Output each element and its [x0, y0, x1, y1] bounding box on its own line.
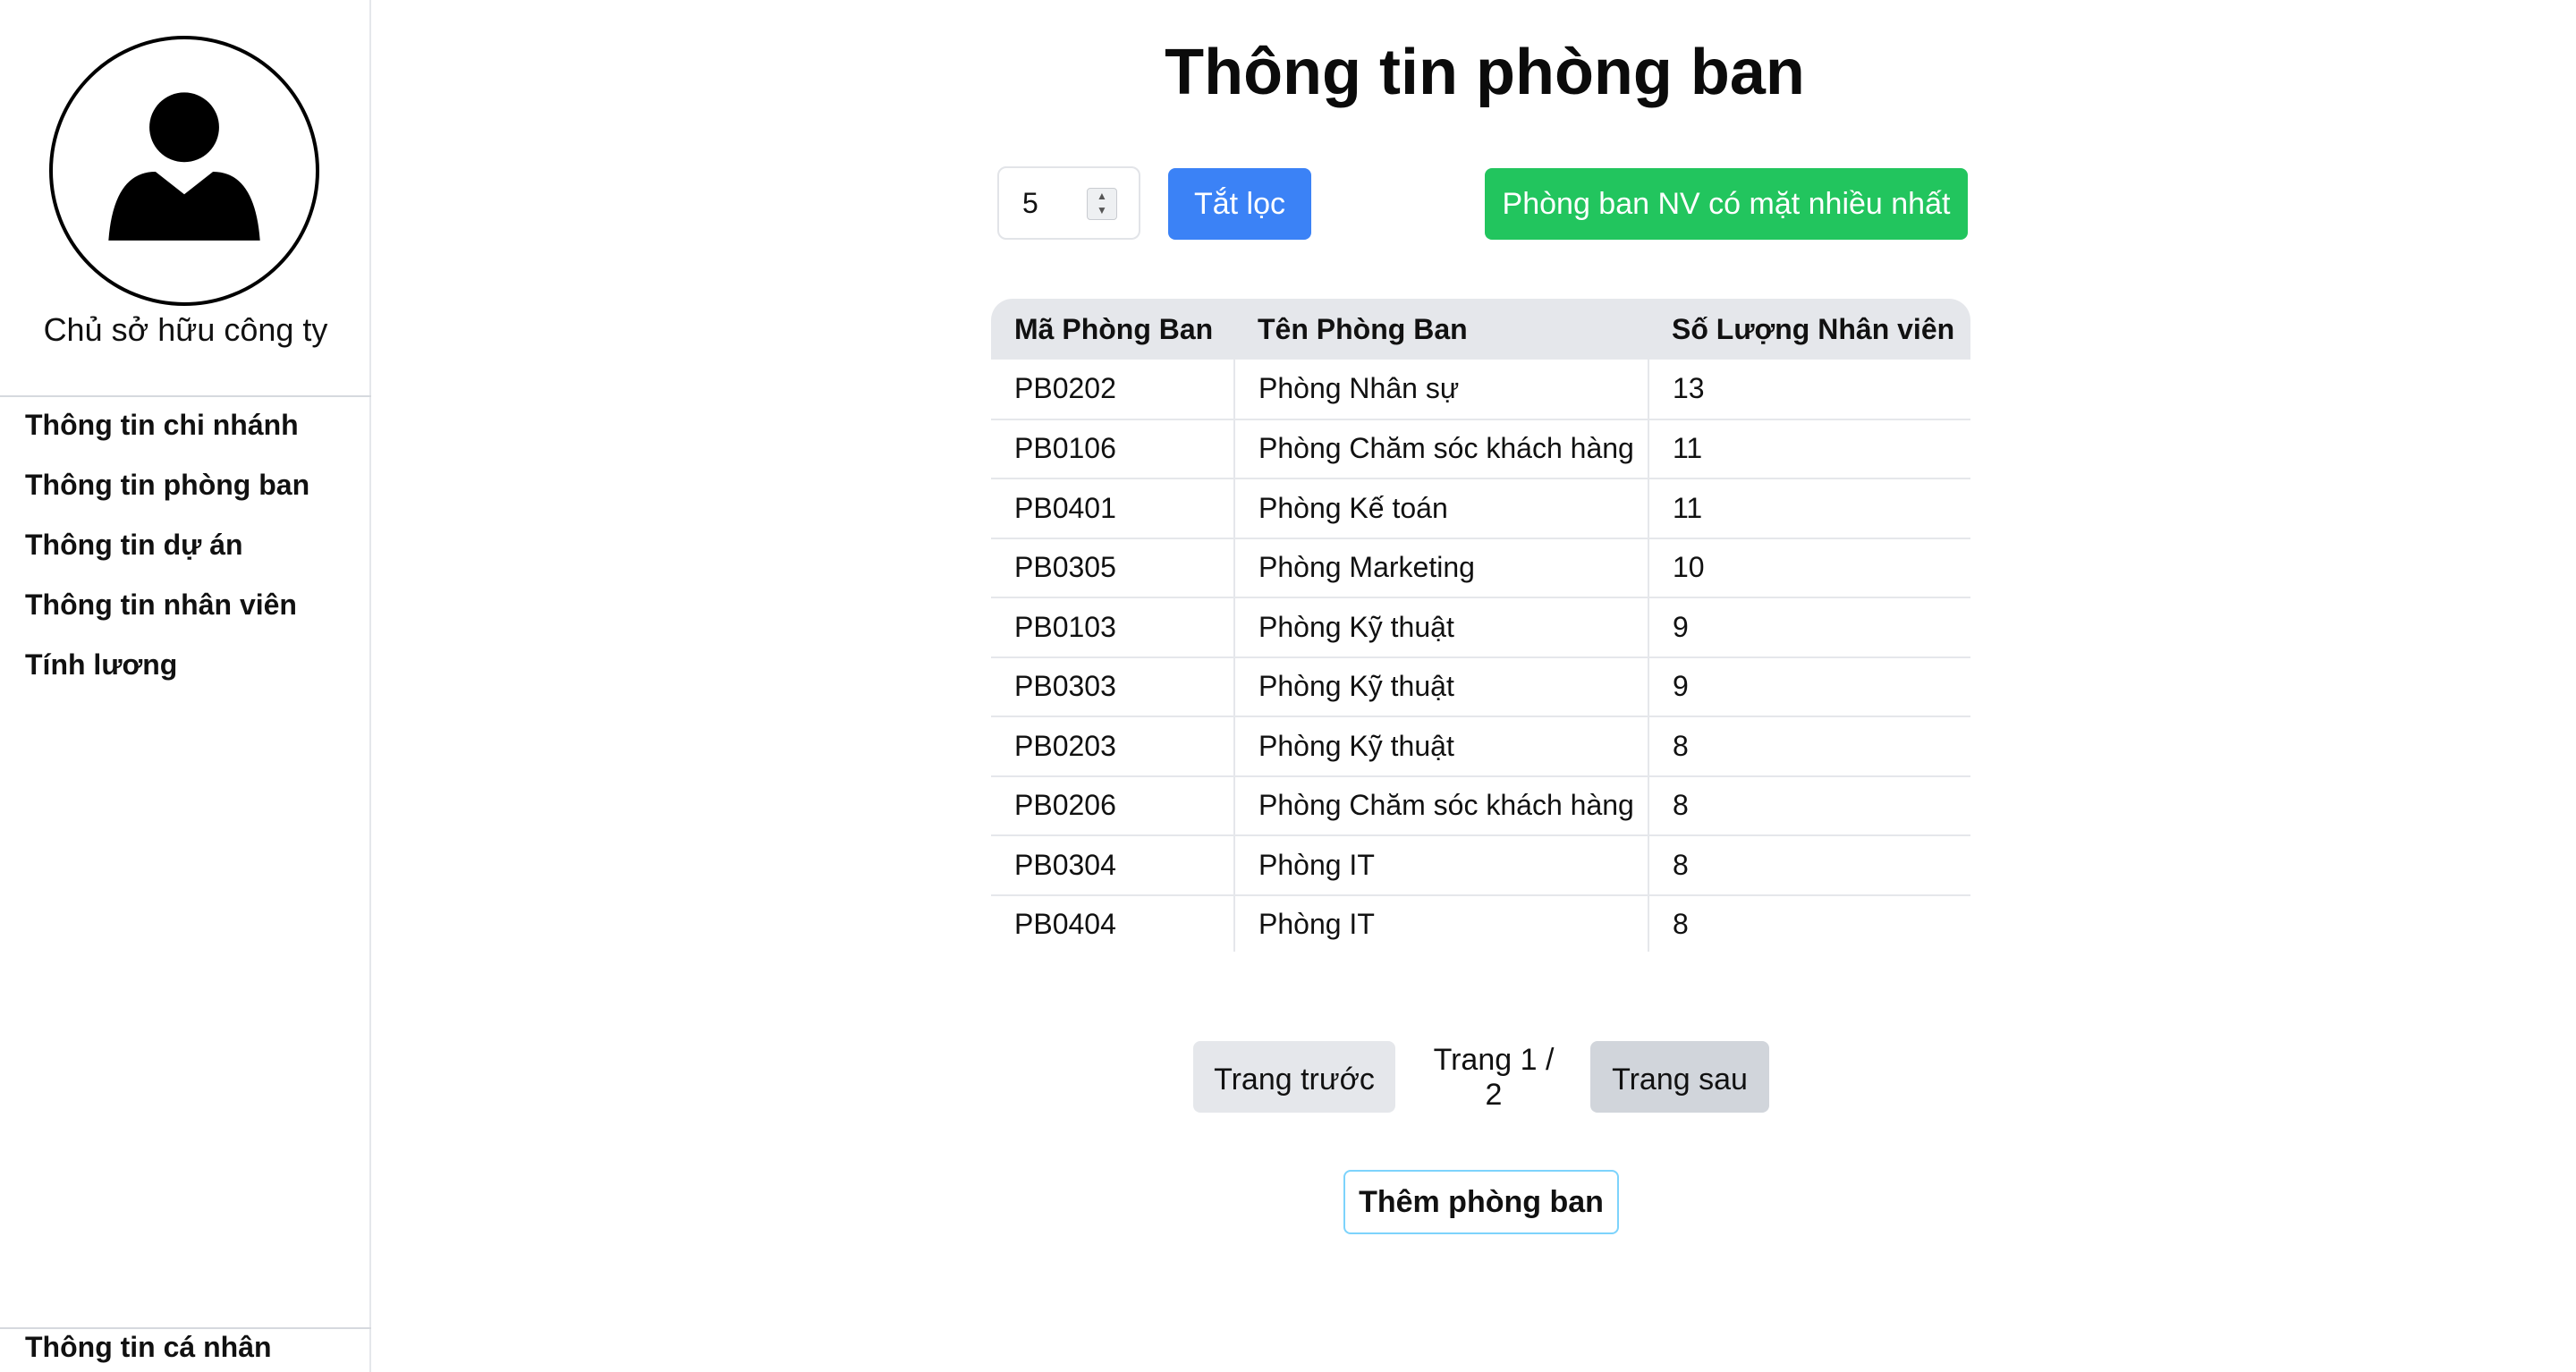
sidebar-item-employee[interactable]: Thông tin nhân viên	[0, 582, 371, 642]
cell-code: PB0305	[991, 538, 1235, 598]
table-row: PB0303 Phòng Kỹ thuật 9	[991, 656, 1970, 717]
prev-page-button[interactable]: Trang trước	[1193, 1041, 1395, 1113]
table-row: PB0305 Phòng Marketing 10	[991, 538, 1970, 598]
app-root: Chủ sở hữu công ty Thông tin chi nhánh T…	[0, 0, 2576, 1372]
user-role: Chủ sở hữu công ty	[43, 311, 328, 348]
cell-code: PB0304	[991, 835, 1235, 896]
cell-count: 9	[1648, 597, 1970, 658]
table-row: PB0106 Phòng Chăm sóc khách hàng 11	[991, 419, 1970, 479]
sidebar-item-profile[interactable]: Thông tin cá nhân	[25, 1331, 272, 1364]
table-row: PB0304 Phòng IT 8	[991, 835, 1970, 896]
sidebar: Chủ sở hữu công ty Thông tin chi nhánh T…	[0, 0, 371, 1372]
next-page-button[interactable]: Trang sau	[1590, 1041, 1769, 1113]
cell-name: Phòng Kế toán	[1234, 479, 1649, 539]
cell-count: 9	[1648, 656, 1970, 717]
cell-count: 11	[1648, 479, 1970, 539]
cell-count: 11	[1648, 419, 1970, 479]
sidebar-nav: Thông tin chi nhánh Thông tin phòng ban …	[0, 402, 371, 702]
cell-code: PB0206	[991, 775, 1235, 836]
cell-count: 8	[1648, 894, 1970, 952]
cell-count: 8	[1648, 835, 1970, 896]
cell-code: PB0404	[991, 894, 1235, 952]
header-department-code: Mã Phòng Ban	[991, 299, 1234, 360]
header-employee-count: Số Lượng Nhân viên	[1648, 299, 1970, 360]
stepper-icon[interactable]: ▲ ▼	[1087, 188, 1117, 220]
cell-name: Phòng Nhân sự	[1234, 360, 1649, 420]
table-header-row: Mã Phòng Ban Tên Phòng Ban Số Lượng Nhân…	[991, 299, 1970, 360]
cell-code: PB0203	[991, 716, 1235, 777]
table-row: PB0202 Phòng Nhân sự 13	[991, 360, 1970, 420]
header-department-name: Tên Phòng Ban	[1234, 299, 1648, 360]
cell-count: 8	[1648, 716, 1970, 777]
add-department-button[interactable]: Thêm phòng ban	[1343, 1170, 1619, 1234]
filter-off-button[interactable]: Tắt lọc	[1168, 168, 1311, 240]
cell-code: PB0401	[991, 479, 1235, 539]
cell-name: Phòng Kỹ thuật	[1234, 597, 1649, 658]
cell-count: 10	[1648, 538, 1970, 598]
table-row: PB0206 Phòng Chăm sóc khách hàng 8	[991, 775, 1970, 836]
department-table-container: Mã Phòng Ban Tên Phòng Ban Số Lượng Nhân…	[991, 299, 1970, 952]
sidebar-item-branch[interactable]: Thông tin chi nhánh	[0, 402, 371, 462]
cell-count: 8	[1648, 775, 1970, 836]
department-table: Mã Phòng Ban Tên Phòng Ban Số Lượng Nhân…	[991, 299, 1970, 952]
cell-name: Phòng IT	[1234, 894, 1649, 952]
cell-name: Phòng Chăm sóc khách hàng	[1234, 775, 1649, 836]
table-row: PB0203 Phòng Kỹ thuật 8	[991, 716, 1970, 777]
cell-code: PB0106	[991, 419, 1235, 479]
sidebar-item-salary[interactable]: Tính lương	[0, 642, 371, 702]
sidebar-item-department[interactable]: Thông tin phòng ban	[0, 462, 371, 522]
page-indicator: Trang 1 / 2	[1433, 1043, 1555, 1112]
cell-name: Phòng Chăm sóc khách hàng	[1234, 419, 1649, 479]
table-row: PB0401 Phòng Kế toán 11	[991, 479, 1970, 539]
cell-name: Phòng Kỹ thuật	[1234, 716, 1649, 777]
cell-name: Phòng IT	[1234, 835, 1649, 896]
cell-code: PB0202	[991, 360, 1235, 420]
cell-code: PB0103	[991, 597, 1235, 658]
cell-count: 13	[1648, 360, 1970, 420]
user-avatar-icon	[49, 36, 319, 306]
cell-code: PB0303	[991, 656, 1235, 717]
sidebar-divider-bottom	[0, 1327, 371, 1329]
table-row: PB0404 Phòng IT 8	[991, 894, 1970, 952]
page-size-input[interactable]: 5 ▲ ▼	[997, 166, 1140, 240]
cell-name: Phòng Marketing	[1234, 538, 1649, 598]
table-row: PB0103 Phòng Kỹ thuật 9	[991, 597, 1970, 658]
page-title: Thông tin phòng ban	[1165, 37, 1805, 108]
page-size-value: 5	[1022, 187, 1038, 219]
most-present-department-button[interactable]: Phòng ban NV có mặt nhiều nhất	[1485, 168, 1968, 240]
cell-name: Phòng Kỹ thuật	[1234, 656, 1649, 717]
sidebar-divider	[0, 395, 371, 397]
sidebar-item-project[interactable]: Thông tin dự án	[0, 522, 371, 582]
